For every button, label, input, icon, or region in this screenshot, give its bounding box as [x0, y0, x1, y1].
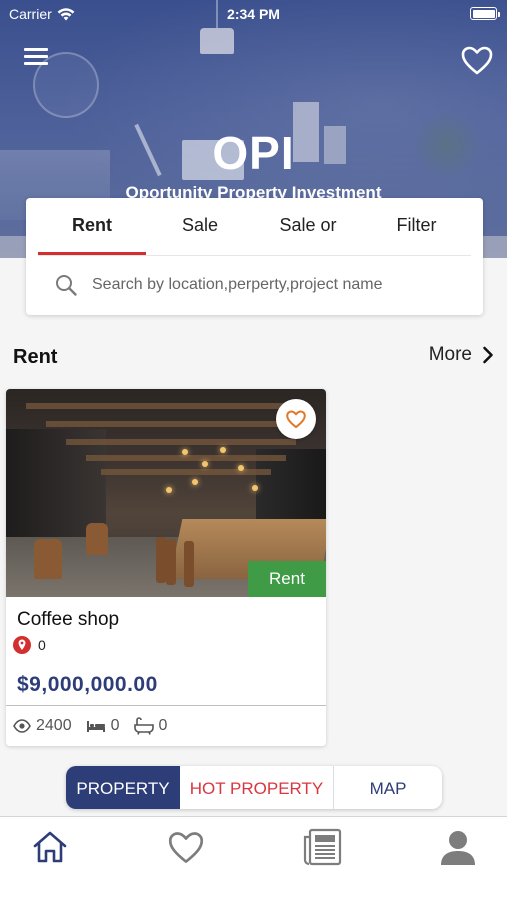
chevron-right-icon [483, 346, 493, 364]
eye-icon [13, 719, 31, 733]
listing-type-tabs: Rent Sale Sale or Filter [38, 198, 471, 256]
favorites-heart-icon[interactable] [460, 44, 494, 76]
tab-rent[interactable]: Rent [38, 198, 146, 256]
view-mode-segmented-control: PROPERTY HOT PROPERTY MAP [66, 766, 442, 809]
nav-favorites[interactable] [164, 827, 208, 867]
property-name: Coffee shop [17, 609, 120, 630]
tab-sale-or-rent[interactable]: Sale or [254, 198, 362, 256]
segment-property[interactable]: PROPERTY [66, 766, 180, 809]
status-time: 2:34 PM [227, 6, 280, 22]
section-title: Rent [13, 346, 58, 368]
search-icon [56, 275, 77, 296]
bottom-navigation [0, 816, 507, 900]
bathrooms-stat: 0 [133, 717, 168, 735]
bedrooms-stat: 0 [86, 717, 120, 735]
more-label: More [428, 344, 472, 365]
segment-hot-property[interactable]: HOT PROPERTY [180, 766, 334, 809]
profile-icon [441, 831, 475, 865]
location-pin-icon [13, 636, 31, 654]
favorite-button[interactable] [276, 399, 316, 439]
search-placeholder: Search by location,perperty,project name [92, 276, 383, 293]
property-card[interactable]: Rent Coffee shop 0 $9,000,000.00 2400 0 … [6, 389, 326, 746]
tab-sale[interactable]: Sale [146, 198, 254, 256]
heart-outline-icon [286, 410, 306, 429]
listing-type-badge: Rent [248, 561, 326, 597]
property-location-value: 0 [38, 637, 46, 653]
heart-icon [168, 832, 204, 863]
news-icon [303, 828, 342, 866]
property-location: 0 [12, 635, 46, 655]
bathtub-icon [133, 717, 154, 735]
property-stats: 2400 0 0 [13, 717, 181, 735]
battery-icon [470, 7, 500, 20]
search-input[interactable]: Search by location,perperty,project name [54, 270, 464, 300]
views-stat: 2400 [13, 717, 72, 735]
active-tab-indicator [38, 252, 146, 255]
bathrooms-count: 0 [158, 717, 168, 734]
bed-icon [86, 721, 105, 732]
status-bar: Carrier 2:34 PM [0, 0, 507, 28]
home-icon [33, 831, 67, 863]
nav-profile[interactable] [436, 827, 480, 867]
card-divider [6, 705, 326, 706]
segment-map[interactable]: MAP [334, 766, 442, 809]
views-count: 2400 [36, 717, 72, 734]
nav-news[interactable] [300, 827, 344, 867]
bedrooms-count: 0 [110, 717, 120, 734]
property-price: $9,000,000.00 [17, 673, 158, 696]
search-card: Rent Sale Sale or Filter Search by locat… [26, 198, 483, 315]
more-link[interactable]: More [429, 344, 494, 366]
app-title: OPI [212, 127, 295, 179]
hamburger-menu-icon[interactable] [24, 48, 48, 70]
nav-home[interactable] [28, 827, 72, 867]
hero-decor-lamp [200, 28, 234, 54]
tab-filter[interactable]: Filter [362, 198, 471, 256]
